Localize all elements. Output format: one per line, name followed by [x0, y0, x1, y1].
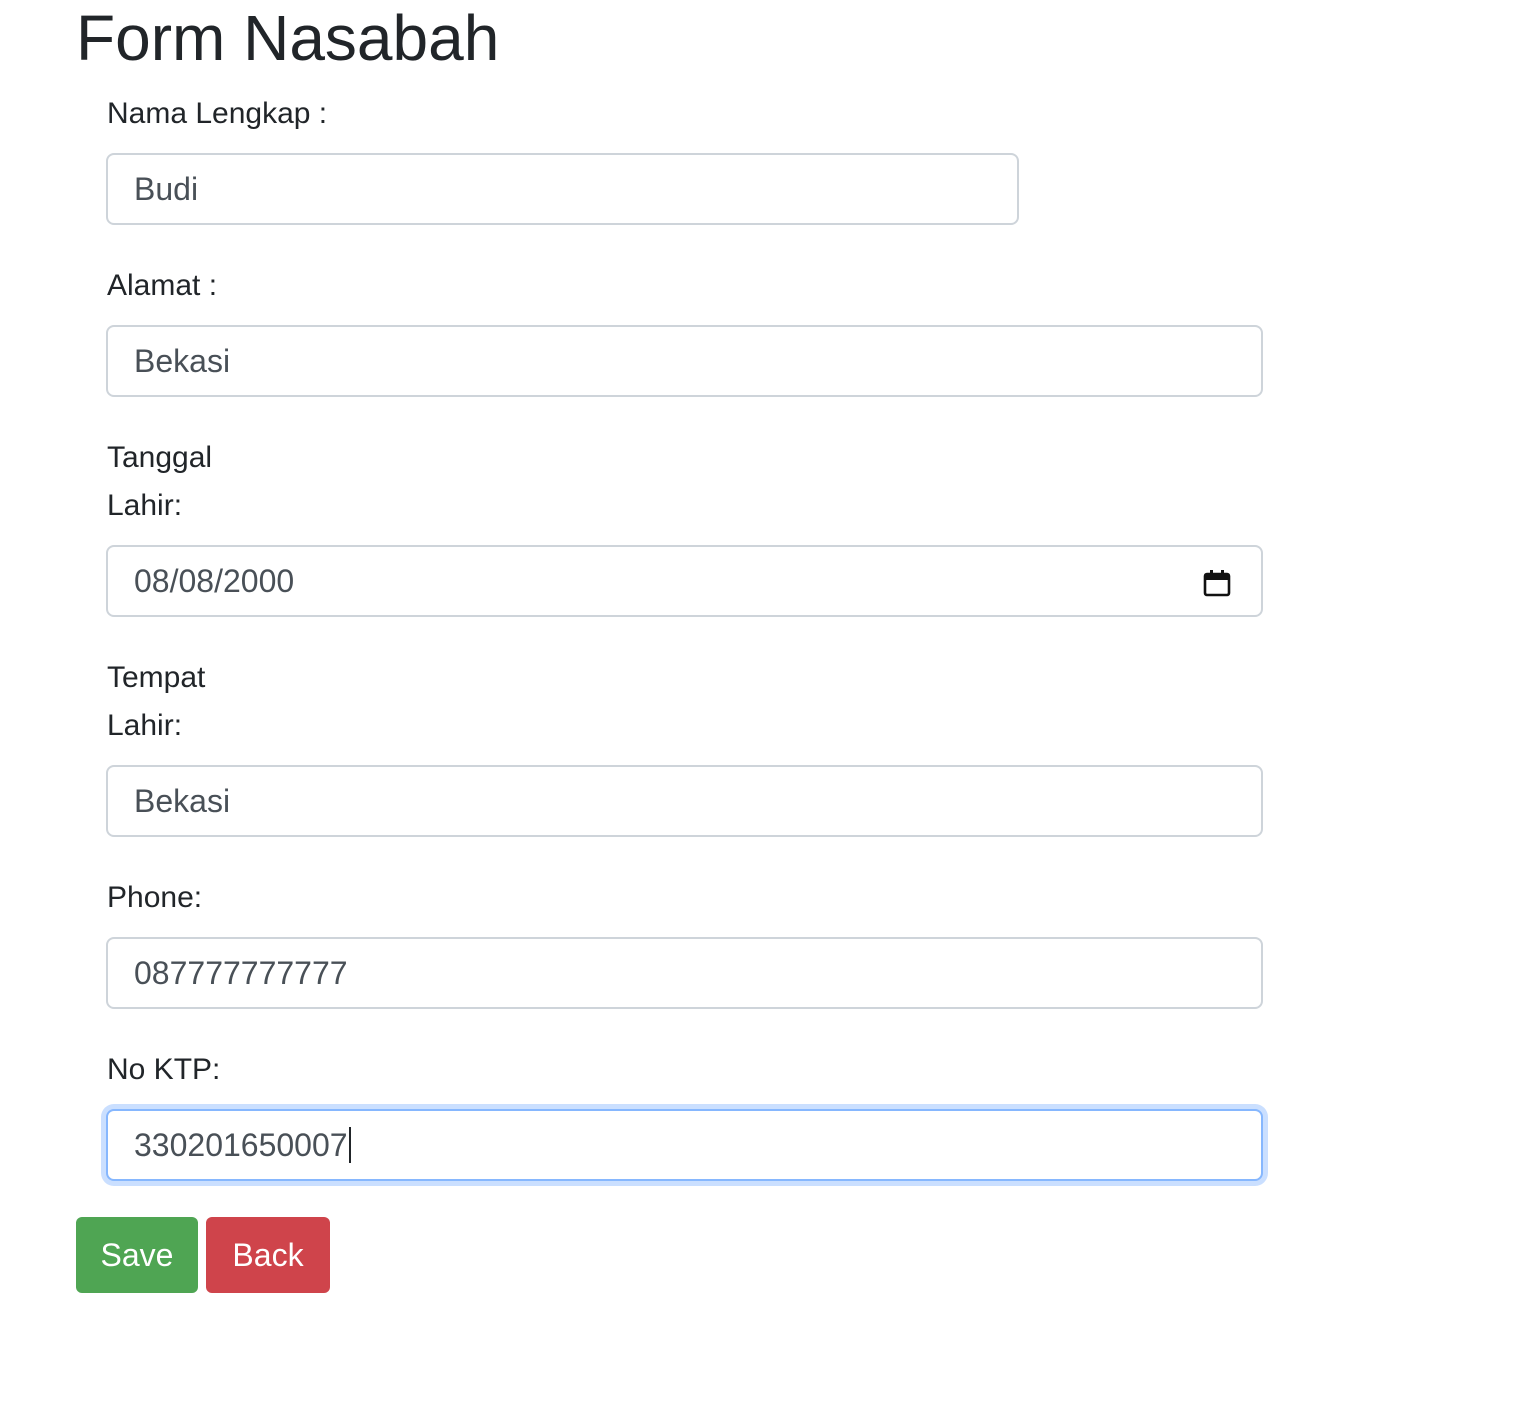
back-button[interactable]: Back	[206, 1217, 330, 1293]
nama-lengkap-input[interactable]: Budi	[106, 153, 1019, 225]
no-ktp-label: No KTP:	[107, 1053, 221, 1086]
no-ktp-input[interactable]: 330201650007	[106, 1109, 1263, 1181]
calendar-icon[interactable]	[1203, 569, 1231, 597]
text-caret	[348, 1127, 351, 1163]
tempat-lahir-label-line2: Lahir:	[107, 709, 183, 742]
page-title: Form Nasabah	[76, 2, 500, 74]
save-button[interactable]: Save	[76, 1217, 198, 1293]
nama-lengkap-label: Nama Lengkap :	[107, 97, 328, 130]
tempat-lahir-label-line1: Tempat	[107, 661, 206, 694]
tempat-lahir-input[interactable]: Bekasi	[106, 765, 1263, 837]
tanggal-lahir-label-line2: Lahir:	[107, 489, 183, 522]
alamat-input[interactable]: Bekasi	[106, 325, 1263, 397]
tanggal-lahir-input[interactable]: 08/08/2000	[106, 545, 1263, 617]
tanggal-lahir-value: 08/08/2000	[134, 562, 295, 599]
nama-lengkap-value: Budi	[134, 170, 199, 207]
phone-label: Phone:	[107, 881, 203, 914]
alamat-value: Bekasi	[134, 342, 231, 379]
tanggal-lahir-label-line1: Tanggal	[107, 441, 213, 474]
phone-input[interactable]: 087777777777	[106, 937, 1263, 1009]
phone-value: 087777777777	[134, 954, 348, 991]
no-ktp-value: 330201650007	[134, 1126, 348, 1163]
alamat-label: Alamat :	[107, 269, 218, 302]
tempat-lahir-value: Bekasi	[134, 782, 231, 819]
